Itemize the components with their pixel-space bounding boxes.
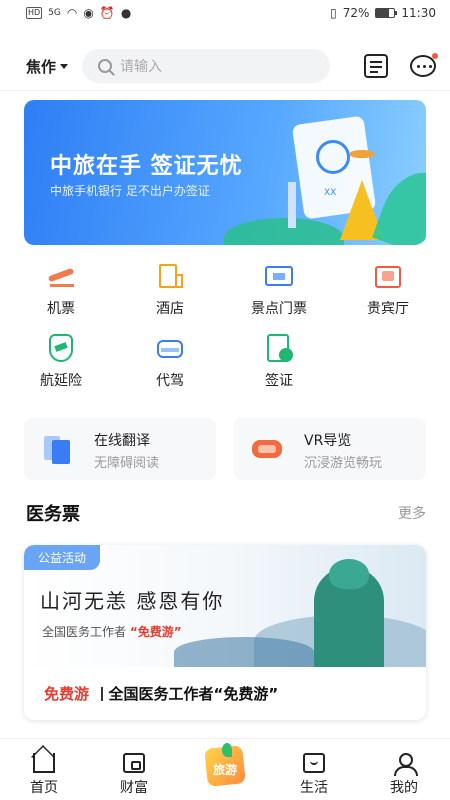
ticket-icon (264, 262, 294, 290)
status-left: HD 5G ◠ ◉ ⏰ ● (26, 6, 131, 20)
tab-label: 财富 (120, 780, 148, 796)
service-label: 签证 (265, 373, 293, 389)
notes-icon[interactable] (364, 54, 388, 78)
service-label: 贵宾厅 (367, 301, 409, 317)
banner-title: 中旅在手 签证无忧 (50, 154, 243, 179)
more-link[interactable]: 更多 (398, 503, 426, 523)
service-flight-delay[interactable]: 航延险 (21, 334, 101, 390)
banner-subtitle: 中旅手机银行 足不出户办签证 (50, 184, 210, 198)
user-icon (393, 753, 418, 776)
vr-headset-icon (250, 432, 284, 466)
medical-free-travel-card[interactable]: 山河无恙 感恩有你 全国医务工作者 “免费游” 公益活动 免费游 全国医务工作者… (24, 545, 426, 720)
service-label: 机票 (47, 301, 75, 317)
service-label: 酒店 (156, 301, 184, 317)
tab-wealth[interactable]: 财富 (104, 753, 164, 797)
search-icon (98, 59, 113, 73)
message-icon: ● (120, 6, 132, 20)
car-icon (155, 334, 185, 362)
chat-icon[interactable] (410, 53, 438, 77)
tab-mine[interactable]: 我的 (374, 753, 434, 797)
status-right: ▯ 72% 11:30 (330, 6, 436, 20)
globe-icon (316, 140, 350, 174)
vip-lounge-icon (373, 262, 403, 290)
tab-travel[interactable]: 旅游 (200, 743, 250, 787)
feature-subtitle: 无障碍阅读 (94, 456, 160, 471)
service-driver[interactable]: 代驾 (130, 334, 210, 390)
battery-icon (375, 8, 398, 18)
promo-slogan: 山河无恙 感恩有你 (40, 589, 225, 613)
service-vip-lounge[interactable]: 贵宾厅 (348, 262, 428, 318)
city-label: 焦作 (26, 57, 57, 76)
home-icon (33, 753, 55, 773)
city-selector[interactable]: 焦作 (26, 56, 69, 77)
card-label: XX (324, 188, 337, 198)
promo-caption: 免费游 全国医务工作者“免费游” (24, 667, 426, 720)
hd-indicator: HD (26, 7, 43, 19)
eye-icon: ◉ (83, 6, 94, 20)
vibrate-icon: ▯ (330, 6, 337, 20)
clock: 11:30 (401, 6, 436, 20)
tab-label: 旅游 (212, 763, 237, 777)
tab-label: 我的 (390, 780, 418, 796)
flight-delay-insurance-icon (46, 334, 76, 362)
wifi-icon: ◠ (66, 6, 78, 20)
battery-fill (376, 9, 390, 17)
battery-percent: 72% (342, 6, 370, 20)
charity-badge: 公益活动 (24, 545, 101, 570)
tab-home[interactable]: 首页 (14, 753, 74, 797)
service-label: 代驾 (156, 373, 184, 389)
caption-separator (101, 686, 103, 701)
notification-dot (432, 53, 438, 59)
wallet-icon (123, 753, 145, 773)
header-divider (0, 90, 450, 91)
tab-label: 生活 (300, 780, 328, 796)
search-input[interactable]: 请输入 (82, 49, 331, 83)
bottom-tab-bar: 首页 财富 旅游 生活 我的 (0, 738, 450, 800)
feature-title: 在线翻译 (94, 433, 150, 449)
header-actions (364, 53, 438, 78)
service-visa[interactable]: 签证 (239, 334, 319, 390)
section-header: 医务票 更多 (26, 500, 426, 526)
service-hotel[interactable]: 酒店 (130, 262, 210, 318)
translate-card[interactable]: 在线翻译 无障碍阅读 (24, 418, 216, 480)
status-bar: HD 5G ◠ ◉ ⏰ ● ▯ 72% 11:30 (0, 0, 450, 26)
vr-tour-card[interactable]: VR导览 沉浸游览畅玩 (234, 418, 426, 480)
tab-label: 首页 (30, 780, 58, 796)
service-tickets[interactable]: 景点门票 (239, 262, 319, 318)
search-placeholder: 请输入 (120, 59, 163, 75)
plane-icon (46, 262, 76, 290)
section-title: 医务票 (26, 504, 80, 525)
promo-caption-highlight: 免费游 (44, 685, 90, 703)
translate-icon (40, 432, 74, 466)
service-label: 景点门票 (251, 301, 307, 317)
alarm-icon: ⏰ (99, 6, 115, 20)
feature-subtitle: 沉浸游览畅玩 (304, 456, 383, 471)
app-header: 焦作 请输入 (0, 46, 450, 86)
visa-icon (264, 334, 294, 362)
hotel-icon (155, 262, 185, 290)
caret-down-icon (60, 63, 69, 69)
signal-indicator: 5G (48, 8, 61, 18)
service-flight[interactable]: 机票 (21, 262, 101, 318)
tab-life[interactable]: 生活 (284, 753, 344, 797)
promo-caption-text: 全国医务工作者“免费游” (108, 685, 279, 703)
service-label: 航延险 (40, 373, 82, 389)
feature-title: VR导览 (304, 433, 352, 449)
visa-banner[interactable]: XX 中旅在手 签证无忧 中旅手机银行 足不出户办签证 (24, 100, 426, 245)
statue-illustration (288, 182, 296, 228)
bag-icon (303, 753, 325, 773)
promo-tagline: 全国医务工作者 “免费游” (42, 625, 182, 639)
